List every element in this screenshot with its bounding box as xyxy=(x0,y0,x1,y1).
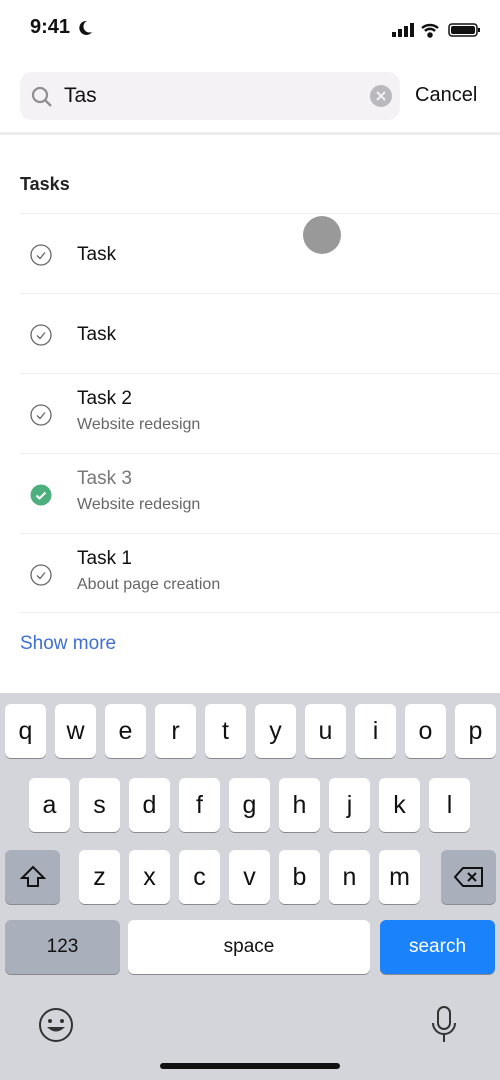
list-divider xyxy=(20,612,500,613)
show-more-link[interactable]: Show more xyxy=(20,633,116,655)
key-p[interactable]: p xyxy=(455,704,496,758)
microphone-icon[interactable] xyxy=(430,1005,458,1045)
task-subtitle: Website redesign xyxy=(77,416,201,433)
check-circle-icon[interactable] xyxy=(30,404,52,426)
key-u[interactable]: u xyxy=(305,704,346,758)
delete-icon xyxy=(453,867,483,887)
check-circle-icon[interactable] xyxy=(30,324,52,346)
moon-icon xyxy=(79,20,92,35)
key-d[interactable]: d xyxy=(129,778,170,832)
check-circle-icon[interactable] xyxy=(30,244,52,266)
key-c[interactable]: c xyxy=(179,850,220,904)
task-row[interactable]: Task 1 About page creation xyxy=(20,533,500,613)
search-icon xyxy=(31,86,52,107)
shift-icon xyxy=(19,865,46,887)
key-y[interactable]: y xyxy=(255,704,296,758)
task-subtitle: About page creation xyxy=(77,576,221,593)
status-time: 9:41 xyxy=(30,16,71,38)
task-title: Task 3 xyxy=(77,468,132,489)
key-l[interactable]: l xyxy=(429,778,470,832)
key-i[interactable]: i xyxy=(355,704,396,758)
battery-icon xyxy=(448,23,480,37)
signal-icon xyxy=(392,23,414,37)
clear-icon[interactable] xyxy=(370,85,392,107)
key-t[interactable]: t xyxy=(205,704,246,758)
key-a[interactable]: a xyxy=(29,778,70,832)
status-icons xyxy=(392,23,480,38)
task-title: Task xyxy=(77,324,117,345)
task-title: Task 2 xyxy=(77,388,132,409)
home-indicator xyxy=(160,1063,340,1069)
key-x[interactable]: x xyxy=(129,850,170,904)
task-row[interactable]: Task xyxy=(20,213,500,293)
shift-key[interactable] xyxy=(5,850,60,904)
key-m[interactable]: m xyxy=(379,850,420,904)
key-e[interactable]: e xyxy=(105,704,146,758)
key-k[interactable]: k xyxy=(379,778,420,832)
task-title: Task xyxy=(77,244,117,265)
header-divider xyxy=(0,132,500,135)
task-row[interactable]: Task xyxy=(20,293,500,373)
search-input[interactable]: Tas xyxy=(64,84,97,108)
key-f[interactable]: f xyxy=(179,778,220,832)
key-q[interactable]: q xyxy=(5,704,46,758)
check-circle-icon[interactable] xyxy=(30,564,52,586)
delete-key[interactable] xyxy=(441,850,496,904)
key-o[interactable]: o xyxy=(405,704,446,758)
task-title: Task 1 xyxy=(77,548,132,569)
key-z[interactable]: z xyxy=(79,850,120,904)
task-subtitle: Website redesign xyxy=(77,496,201,513)
numbers-key[interactable]: 123 xyxy=(5,920,120,974)
checked-icon[interactable] xyxy=(30,484,52,506)
key-h[interactable]: h xyxy=(279,778,320,832)
wifi-icon xyxy=(421,23,439,38)
section-title: Tasks xyxy=(20,174,70,194)
key-n[interactable]: n xyxy=(329,850,370,904)
emoji-icon[interactable] xyxy=(38,1007,74,1043)
key-w[interactable]: w xyxy=(55,704,96,758)
task-row[interactable]: Task 2 Website redesign xyxy=(20,373,500,453)
touch-indicator xyxy=(303,216,341,254)
key-r[interactable]: r xyxy=(155,704,196,758)
task-row[interactable]: Task 3 Website redesign xyxy=(20,453,500,533)
key-v[interactable]: v xyxy=(229,850,270,904)
key-j[interactable]: j xyxy=(329,778,370,832)
key-g[interactable]: g xyxy=(229,778,270,832)
space-key[interactable]: space xyxy=(128,920,370,974)
search-key[interactable]: search xyxy=(380,920,495,974)
key-s[interactable]: s xyxy=(79,778,120,832)
key-b[interactable]: b xyxy=(279,850,320,904)
cancel-button[interactable]: Cancel xyxy=(415,84,477,107)
